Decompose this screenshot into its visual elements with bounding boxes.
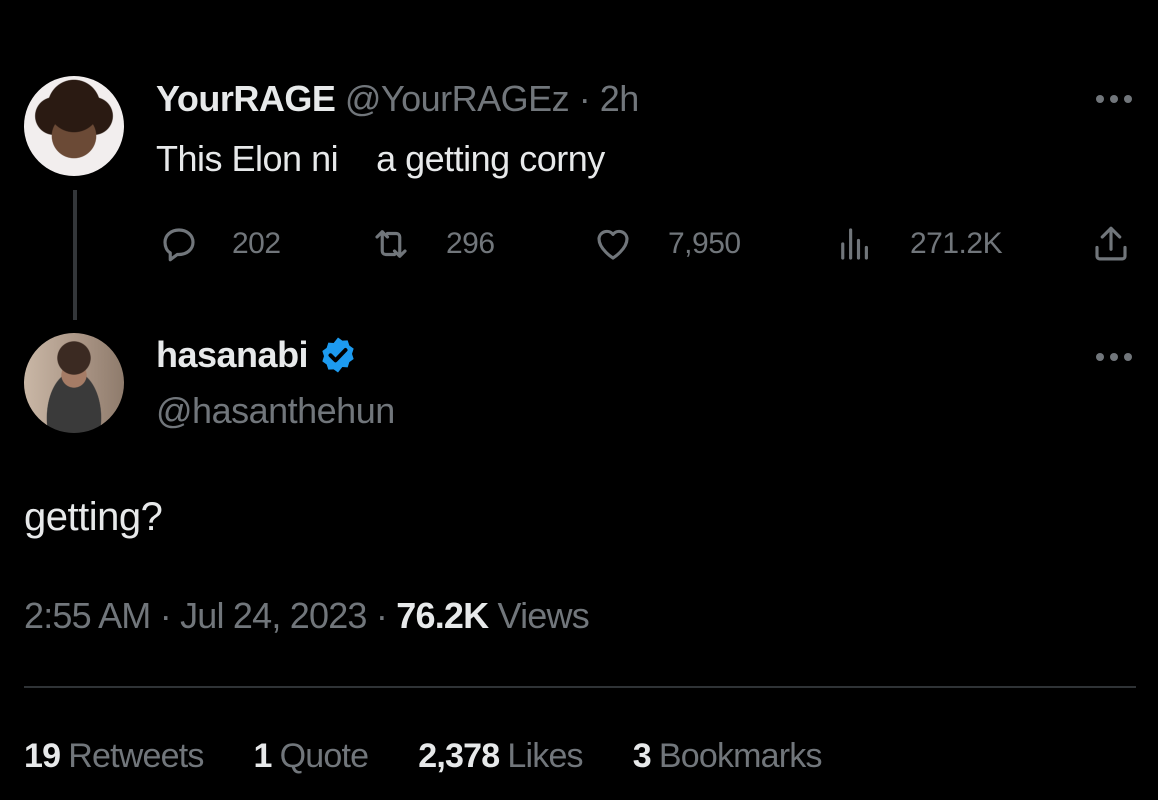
separator-dot: ·: [578, 78, 591, 119]
separator-dot: ·: [375, 595, 388, 636]
tweet-views-label: Views: [497, 595, 590, 636]
views-icon: [841, 228, 868, 260]
yourrage-avatar[interactable]: [24, 76, 124, 176]
separator-dot: ·: [159, 595, 172, 636]
divider: [24, 686, 1136, 688]
tweet-metadata: 2:55 AM · Jul 24, 2023 · 76.2K Views: [24, 595, 590, 637]
reply-author-name[interactable]: YourRAGE: [156, 78, 336, 119]
reply-tweet-actions: 202 296 7,950 271.2K: [158, 222, 1138, 266]
reply-tweet-header: YourRAGE @YourRAGEz · 2h: [156, 78, 639, 120]
reply-author-handle[interactable]: @YourRAGEz: [345, 78, 570, 119]
stat-quotes[interactable]: 1 Quote: [253, 737, 370, 776]
verified-badge-icon: [322, 337, 354, 373]
tweet-views-count: 76.2K: [396, 595, 489, 636]
share-button[interactable]: [1090, 222, 1132, 266]
retweet-icon: [375, 230, 407, 258]
stat-count: 19: [24, 737, 61, 775]
reply-icon: [163, 228, 195, 262]
main-author-handle[interactable]: @hasanthehun: [156, 390, 395, 432]
stat-label: Quote: [279, 737, 369, 775]
stat-label: Bookmarks: [658, 737, 823, 775]
stat-label: Likes: [507, 737, 583, 775]
more-icon[interactable]: [1096, 94, 1132, 104]
reply-count: 202: [232, 227, 281, 260]
reply-button[interactable]: 202: [158, 222, 281, 266]
stat-likes[interactable]: 2,378 Likes: [418, 737, 583, 776]
views-count: 271.2K: [910, 227, 1003, 260]
reply-tweet-text: This Elon ni a getting corny: [156, 138, 605, 179]
retweet-count: 296: [446, 227, 495, 260]
stat-retweets[interactable]: 19 Retweets: [24, 737, 204, 776]
engagement-stats: 19 Retweets 1 Quote 2,378 Likes 3 Bookma…: [24, 737, 823, 776]
more-icon[interactable]: [1096, 352, 1132, 362]
views-button[interactable]: 271.2K: [834, 222, 1003, 266]
tweet-time[interactable]: 2:55 AM: [24, 595, 151, 636]
hasanabi-avatar[interactable]: [24, 333, 124, 433]
retweet-button[interactable]: 296: [370, 222, 495, 266]
main-author: hasanabi: [156, 334, 358, 376]
stat-count: 2,378: [418, 737, 500, 775]
stat-bookmarks[interactable]: 3 Bookmarks: [632, 737, 823, 776]
stat-count: 1: [253, 737, 273, 775]
main-author-name[interactable]: hasanabi: [156, 334, 309, 376]
share-icon: [1095, 226, 1127, 261]
tweet-date[interactable]: Jul 24, 2023: [180, 595, 367, 636]
like-icon: [597, 229, 629, 260]
main-tweet-text: getting?: [24, 495, 163, 539]
like-button[interactable]: 7,950: [592, 222, 741, 266]
reply-time-ago[interactable]: 2h: [600, 78, 640, 119]
stat-count: 3: [632, 737, 652, 775]
thread-connector-line: [73, 190, 77, 320]
like-count: 7,950: [668, 227, 741, 260]
stat-label: Retweets: [68, 737, 204, 775]
